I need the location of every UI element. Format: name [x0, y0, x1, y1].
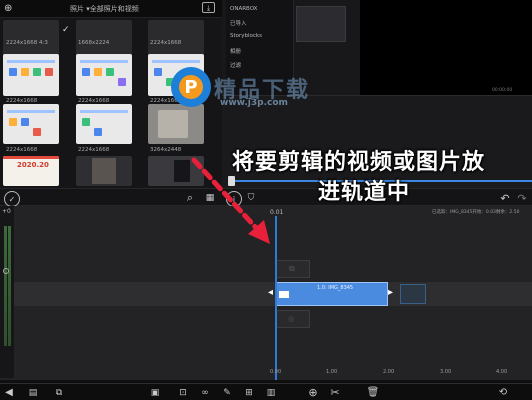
library-item[interactable]: 已导入: [230, 19, 247, 31]
split-scissors-icon[interactable]: ✂: [328, 386, 342, 399]
meter-label: +0: [2, 208, 11, 215]
download-icon[interactable]: ⤓: [202, 2, 215, 13]
link-icon[interactable]: ∞: [198, 386, 212, 399]
pen-icon[interactable]: ✎: [220, 386, 234, 399]
library-item[interactable]: 相册: [230, 47, 241, 59]
photo-size-label: 2224x1668: [150, 40, 182, 46]
check-icon: ✓: [62, 25, 70, 35]
photo-thumb[interactable]: [76, 54, 132, 96]
audio-placeholder-icon: ◎: [288, 315, 295, 323]
bottom-toolbar: ◀ ▤ ⧉ ▣ ⊡ ∞ ✎ ⊞ ▥ ⊕ ✂ 🗑 ⟲: [0, 383, 532, 400]
picture-in-picture-icon[interactable]: ⊞: [242, 386, 256, 399]
photo-thumb[interactable]: 2020.20: [3, 156, 59, 186]
library-thumb[interactable]: [296, 6, 346, 42]
overlay-track-slot[interactable]: ⧉: [276, 260, 310, 278]
photo-size-label: 1668x2224: [78, 40, 110, 46]
photo-size-label: 3264x2448: [150, 147, 182, 153]
photo-browser-header: ⊕ 照片 ▾全部照片和视频 ⤓: [0, 0, 222, 18]
next-clip-slot[interactable]: [400, 284, 426, 304]
caption-line-1: 将要剪辑的视频或图片放: [232, 150, 486, 175]
photo-size-label: 2224x1668 4:3: [6, 40, 48, 46]
transition-icon[interactable]: ⊡: [176, 386, 190, 399]
caption-line-2: 进轨道中: [318, 180, 411, 205]
preview-viewer: [360, 0, 532, 95]
preview-timecode: 00:00:00: [492, 88, 513, 93]
library-item[interactable]: Storyblocks: [230, 33, 262, 45]
photo-size-label: 2224x1668: [78, 147, 110, 153]
album-selector[interactable]: 照片 ▾全部照片和视频: [70, 4, 139, 14]
project-settings-icon[interactable]: ▤: [26, 386, 40, 399]
project-info: 已选取：IMG_8345开始：0.03剩余：2.50: [432, 210, 520, 215]
clip-trim-left-handle[interactable]: ◂: [268, 287, 273, 298]
ruler-tick: 3.00: [440, 369, 452, 375]
ruler-tick: 4.00: [496, 369, 508, 375]
layers-icon[interactable]: ⧉: [52, 386, 66, 399]
clip-trim-right-handle[interactable]: ▸: [388, 287, 393, 298]
ruler-tick: 2.00: [383, 369, 395, 375]
delete-icon[interactable]: 🗑: [366, 386, 380, 399]
photo-tile-text: 2020.20: [17, 161, 49, 169]
photo-thumb[interactable]: [3, 54, 59, 96]
watermark-logo-icon: P: [171, 67, 211, 107]
add-icon[interactable]: ⊕: [4, 3, 12, 14]
library-item[interactable]: ONARBOX: [230, 6, 257, 18]
watermark-url: www.j3p.com: [220, 98, 288, 108]
clip-type-icon: [279, 291, 289, 298]
svg-text:P: P: [184, 77, 197, 98]
photo-thumb[interactable]: [76, 104, 132, 144]
add-clip-icon[interactable]: ⊕: [306, 386, 320, 399]
image-placeholder-icon: ⧉: [289, 264, 295, 273]
undo-icon[interactable]: ↶: [498, 191, 512, 205]
photo-size-label: 2224x1668: [6, 147, 38, 153]
audio-track-slot[interactable]: ◎: [276, 310, 310, 328]
media-icon[interactable]: ▣: [148, 386, 162, 399]
playback-icon[interactable]: ⟲: [496, 386, 510, 399]
photo-thumb[interactable]: [3, 104, 59, 144]
photo-thumb[interactable]: [76, 156, 132, 186]
audio-meter: [0, 206, 14, 378]
redo-icon[interactable]: ↷: [515, 191, 529, 205]
film-icon[interactable]: ▥: [264, 386, 278, 399]
clip-label: 1.0: IMG_8345: [317, 285, 354, 291]
ruler-tick: 1.00: [326, 369, 338, 375]
video-clip[interactable]: 1.0: IMG_8345: [276, 282, 388, 306]
ruler-tick: 0.00: [270, 369, 282, 375]
done-icon[interactable]: ✓: [4, 191, 20, 207]
volume-icon[interactable]: ◀: [2, 386, 16, 399]
track-circle-icon[interactable]: [3, 268, 9, 274]
